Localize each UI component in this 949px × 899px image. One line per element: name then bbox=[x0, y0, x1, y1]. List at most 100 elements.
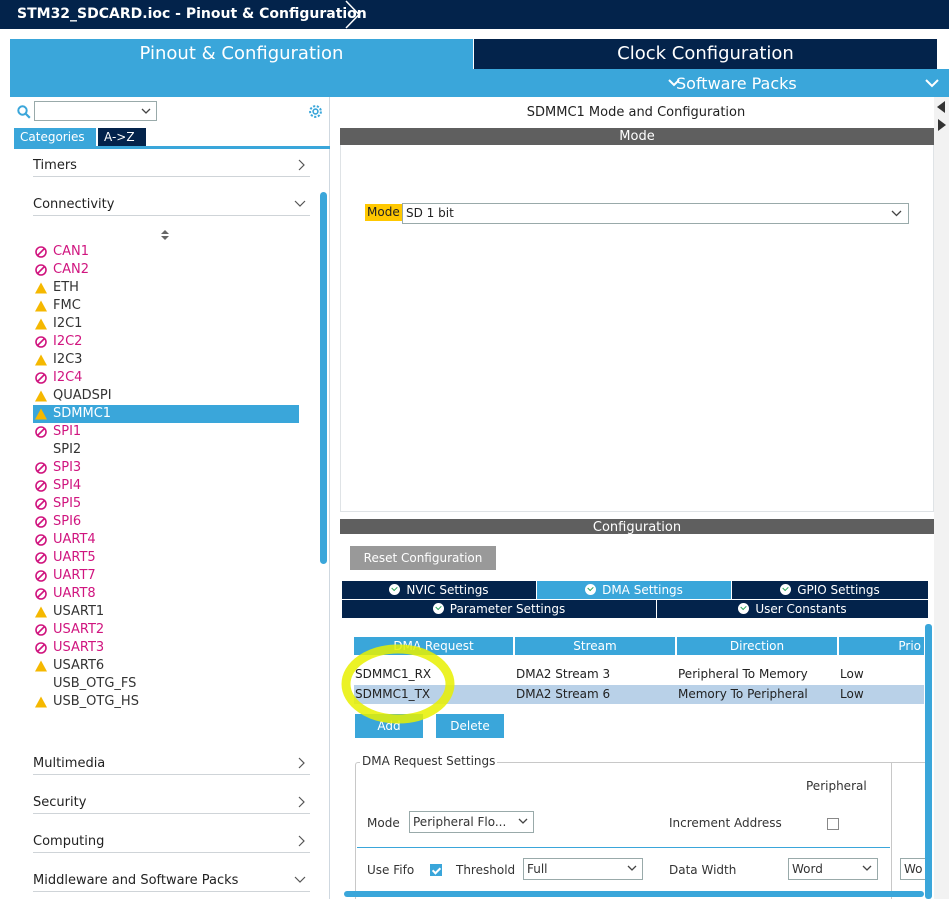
check-circle-icon bbox=[389, 584, 401, 595]
sidebar-item-sdmmc1[interactable]: SDMMC1 bbox=[33, 405, 299, 423]
sidebar-item-uart4[interactable]: UART4 bbox=[33, 531, 299, 549]
disabled-icon bbox=[35, 516, 47, 528]
threshold-select[interactable]: Full bbox=[523, 858, 643, 880]
panel-scroll-strip[interactable] bbox=[934, 97, 949, 899]
tab-label: DMA Settings bbox=[602, 583, 683, 597]
sidebar-item-label: I2C1 bbox=[53, 316, 83, 331]
tab-parameter-settings[interactable]: Parameter Settings bbox=[342, 600, 656, 618]
sidebar-item-label: SDMMC1 bbox=[53, 406, 112, 421]
sidebar-item-label: CAN2 bbox=[53, 262, 89, 277]
tab-categories[interactable]: Categories bbox=[14, 128, 96, 146]
window-title[interactable]: STM32_SDCARD.ioc - Pinout & Configuratio… bbox=[0, 0, 381, 29]
sidebar-item-label: USB_OTG_FS bbox=[53, 676, 137, 691]
sidebar-item-fmc[interactable]: FMC bbox=[33, 297, 299, 315]
chevron-down-icon[interactable] bbox=[925, 78, 939, 88]
sidebar-item-eth[interactable]: ETH bbox=[33, 279, 299, 297]
sidebar-item-spi1[interactable]: SPI1 bbox=[33, 423, 299, 441]
vertical-scrollbar[interactable] bbox=[925, 624, 932, 899]
tab-dma-settings[interactable]: DMA Settings bbox=[537, 581, 731, 599]
software-packs-label[interactable]: Software Packs bbox=[676, 69, 797, 99]
warning-icon bbox=[35, 390, 47, 402]
sidebar-item-label: ETH bbox=[53, 280, 79, 295]
section-security[interactable]: Security bbox=[33, 792, 310, 814]
sidebar-item-label: USART2 bbox=[53, 622, 105, 637]
chevron-down-icon bbox=[627, 865, 637, 871]
sidebar-item-uart8[interactable]: UART8 bbox=[33, 585, 299, 603]
sidebar-item-label: SPI3 bbox=[53, 460, 82, 475]
use-fifo-checkbox[interactable] bbox=[430, 864, 442, 876]
sidebar-item-i2c2[interactable]: I2C2 bbox=[33, 333, 299, 351]
cell-direction: Peripheral To Memory bbox=[678, 667, 808, 681]
data-width-select[interactable]: Word bbox=[788, 858, 878, 880]
disabled-icon bbox=[35, 462, 47, 474]
tab-a-to-z[interactable]: A->Z bbox=[98, 128, 146, 146]
sidebar-item-usart2[interactable]: USART2 bbox=[33, 621, 299, 639]
arrow-right-icon[interactable] bbox=[937, 119, 946, 131]
column-header-priority[interactable]: Prio bbox=[839, 637, 924, 655]
sidebar-item-usart6[interactable]: USART6 bbox=[33, 657, 299, 675]
arrow-left-icon[interactable] bbox=[937, 101, 946, 113]
mode-select[interactable]: SD 1 bit bbox=[402, 203, 909, 224]
increment-address-checkbox[interactable] bbox=[827, 818, 839, 830]
sidebar-item-spi4[interactable]: SPI4 bbox=[33, 477, 299, 495]
chevron-right-icon bbox=[298, 757, 305, 769]
mode-value: SD 1 bit bbox=[406, 206, 454, 220]
disabled-icon bbox=[35, 624, 47, 636]
tab-pinout-configuration[interactable]: Pinout & Configuration bbox=[10, 39, 473, 69]
sidebar-item-spi2[interactable]: SPI2 bbox=[33, 441, 299, 459]
warning-icon bbox=[35, 660, 47, 672]
section-label: Timers bbox=[33, 158, 77, 173]
section-computing[interactable]: Computing bbox=[33, 831, 310, 853]
sidebar-item-quadspi[interactable]: QUADSPI bbox=[33, 387, 299, 405]
search-input[interactable] bbox=[34, 101, 157, 121]
sidebar-item-usb_otg_fs[interactable]: USB_OTG_FS bbox=[33, 675, 299, 693]
section-middleware[interactable]: Middleware and Software Packs bbox=[33, 870, 310, 892]
sidebar-item-spi5[interactable]: SPI5 bbox=[33, 495, 299, 513]
sidebar-item-uart7[interactable]: UART7 bbox=[33, 567, 299, 585]
software-packs-bar[interactable]: Software Packs bbox=[10, 69, 949, 97]
section-multimedia[interactable]: Multimedia bbox=[33, 753, 310, 775]
sidebar-item-can2[interactable]: CAN2 bbox=[33, 261, 299, 279]
gear-icon[interactable] bbox=[307, 103, 324, 120]
disabled-icon bbox=[35, 642, 47, 654]
dma-mode-select[interactable]: Peripheral Flo... bbox=[409, 811, 534, 833]
search-icon bbox=[17, 105, 31, 119]
tab-nvic-settings[interactable]: NVIC Settings bbox=[342, 581, 536, 599]
sidebar-item-i2c4[interactable]: I2C4 bbox=[33, 369, 299, 387]
chevron-down-icon bbox=[862, 865, 872, 871]
column-header-direction[interactable]: Direction bbox=[677, 637, 837, 655]
column-header-stream[interactable]: Stream bbox=[515, 637, 675, 655]
sidebar-item-spi6[interactable]: SPI6 bbox=[33, 513, 299, 531]
sidebar-item-can1[interactable]: CAN1 bbox=[33, 243, 299, 261]
sort-icon[interactable] bbox=[161, 229, 169, 243]
horizontal-scrollbar[interactable] bbox=[344, 891, 924, 897]
mode-label: Mode bbox=[365, 204, 402, 221]
left-scrollbar[interactable] bbox=[320, 192, 327, 564]
section-label: Connectivity bbox=[33, 197, 115, 212]
sidebar-item-i2c1[interactable]: I2C1 bbox=[33, 315, 299, 333]
sidebar-item-spi3[interactable]: SPI3 bbox=[33, 459, 299, 477]
tab-clock-configuration[interactable]: Clock Configuration bbox=[474, 39, 937, 69]
tab-label: Parameter Settings bbox=[449, 602, 566, 616]
sidebar-item-usart3[interactable]: USART3 bbox=[33, 639, 299, 657]
app-window: STM32_SDCARD.ioc - Pinout & Configuratio… bbox=[0, 0, 949, 899]
tab-user-constants[interactable]: User Constants bbox=[657, 600, 928, 618]
reset-configuration-button[interactable]: Reset Configuration bbox=[350, 546, 496, 570]
section-connectivity[interactable]: Connectivity bbox=[33, 194, 310, 216]
disabled-icon bbox=[35, 246, 47, 258]
sidebar-item-i2c3[interactable]: I2C3 bbox=[33, 351, 299, 369]
warning-icon bbox=[35, 408, 47, 420]
section-timers[interactable]: Timers bbox=[33, 155, 310, 177]
warning-icon bbox=[35, 696, 47, 708]
tab-gpio-settings[interactable]: GPIO Settings bbox=[732, 581, 928, 599]
sidebar-item-label: USART3 bbox=[53, 640, 105, 655]
sidebar-item-uart5[interactable]: UART5 bbox=[33, 549, 299, 567]
sidebar-item-usb_otg_hs[interactable]: USB_OTG_HS bbox=[33, 693, 299, 711]
chevron-down-icon bbox=[141, 108, 151, 114]
categories-panel: Categories A->Z Timers Connectivity CAN1… bbox=[10, 97, 330, 899]
chevron-right-icon bbox=[298, 159, 305, 171]
disabled-icon bbox=[35, 552, 47, 564]
panel-title: SDMMC1 Mode and Configuration bbox=[526, 105, 746, 120]
section-label: Security bbox=[33, 795, 87, 810]
sidebar-item-usart1[interactable]: USART1 bbox=[33, 603, 299, 621]
